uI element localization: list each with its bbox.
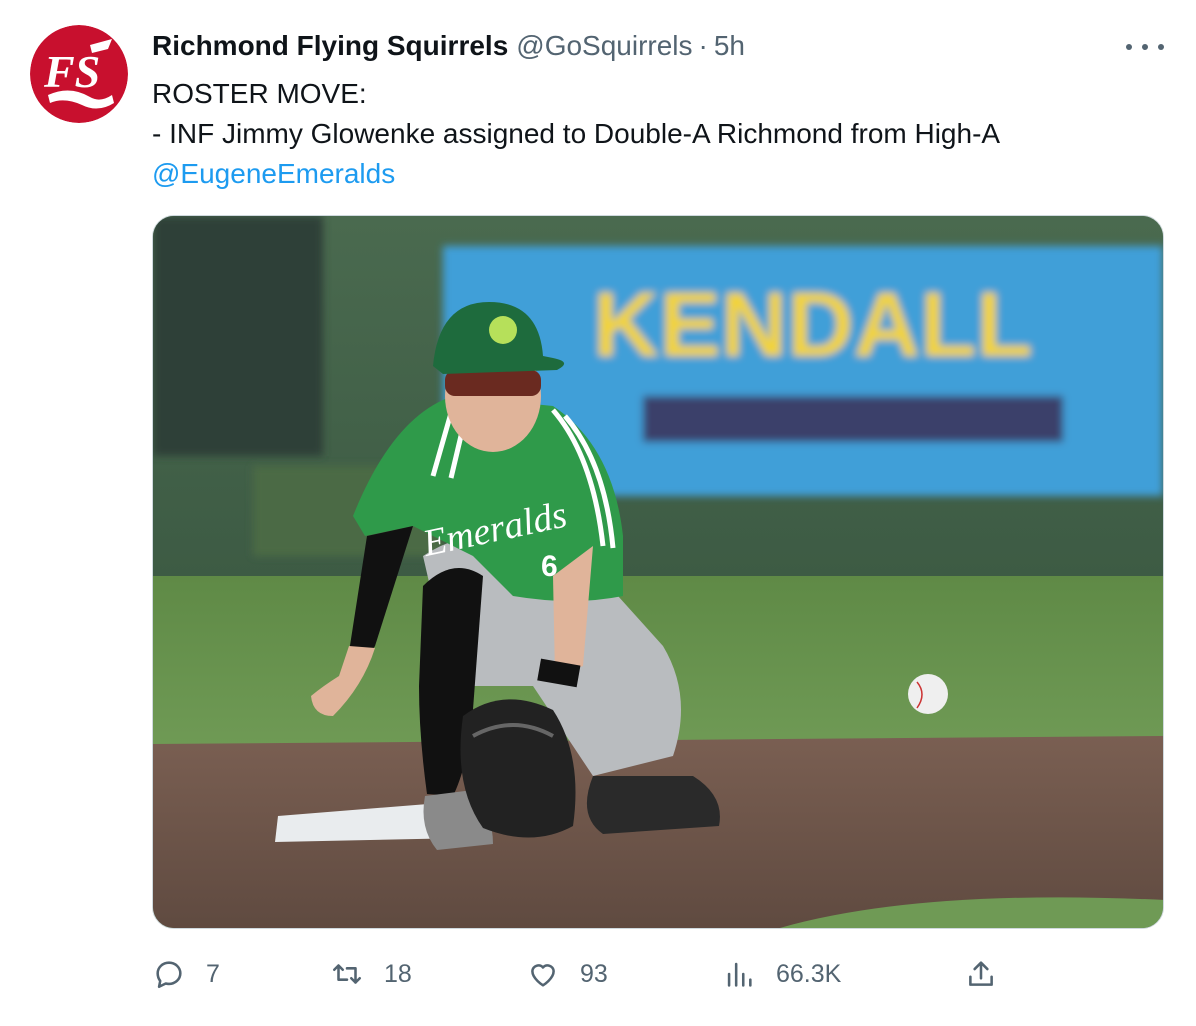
- avatar-logo-text: FS: [43, 46, 100, 97]
- user-handle[interactable]: @GoSquirrels: [516, 30, 692, 62]
- billboard-text: KENDALL: [593, 274, 1033, 376]
- like-count: 93: [580, 959, 608, 988]
- retweet-count: 18: [384, 959, 412, 988]
- view-count: 66.3K: [776, 959, 842, 988]
- share-button[interactable]: [964, 952, 998, 996]
- views-button[interactable]: 66.3K: [722, 952, 841, 996]
- richmond-flying-squirrels-logo: FS: [30, 25, 128, 123]
- retweet-button[interactable]: 18: [330, 952, 412, 996]
- baseball-photo: KENDALL Emeralds 6: [153, 216, 1163, 928]
- separator-dot: ·: [698, 30, 708, 61]
- tweet-actions: 7 18 93 66.3K: [152, 952, 1012, 996]
- more-horizontal-icon[interactable]: [1126, 40, 1164, 54]
- mention-link[interactable]: @EugeneEmeralds: [152, 158, 395, 189]
- display-name[interactable]: Richmond Flying Squirrels: [152, 30, 508, 62]
- share-icon: [969, 961, 993, 986]
- reply-button[interactable]: 7: [152, 952, 220, 996]
- heart-icon: [531, 964, 555, 987]
- tweet-text: ROSTER MOVE: - INF Jimmy Glowenke assign…: [152, 74, 1152, 194]
- avatar[interactable]: FS: [30, 25, 128, 123]
- tweet-header: Richmond Flying Squirrels @GoSquirrels ·…: [152, 30, 745, 64]
- tweet: FS Richmond Flying Squirrels @GoSquirrel…: [0, 0, 1196, 1026]
- timestamp[interactable]: 5h: [714, 30, 745, 62]
- retweet-icon: [332, 964, 362, 984]
- views-icon: [727, 962, 752, 987]
- tweet-text-line-2: - INF Jimmy Glowenke assigned to Double-…: [152, 118, 1001, 149]
- tweet-media-photo[interactable]: KENDALL Emeralds 6: [152, 215, 1164, 929]
- tweet-text-line-1: ROSTER MOVE:: [152, 78, 367, 109]
- like-button[interactable]: 93: [526, 952, 608, 996]
- reply-icon: [156, 961, 182, 989]
- reply-count: 7: [206, 959, 220, 988]
